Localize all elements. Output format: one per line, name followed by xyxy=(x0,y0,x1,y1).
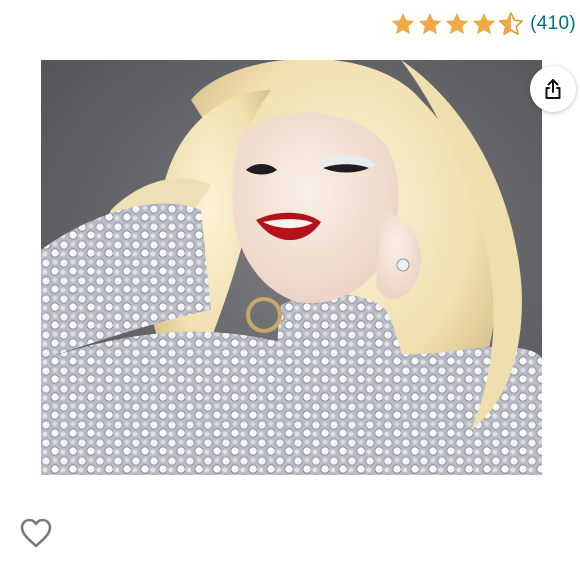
star-full-icon xyxy=(472,12,496,35)
star-full-icon xyxy=(391,12,415,35)
rating-count[interactable]: (410) xyxy=(530,13,576,35)
star-full-icon xyxy=(418,12,442,35)
share-button[interactable] xyxy=(530,66,576,112)
star-half-icon xyxy=(499,12,524,35)
wishlist-button[interactable] xyxy=(18,516,54,550)
product-detail-page: (410) xyxy=(0,0,580,580)
star-rating xyxy=(390,11,524,37)
star-full-icon xyxy=(445,12,469,35)
rating-summary[interactable]: (410) xyxy=(390,8,576,40)
product-photo xyxy=(41,60,542,475)
product-image[interactable] xyxy=(41,60,542,475)
heart-outline-icon xyxy=(20,518,52,548)
share-icon xyxy=(545,79,561,99)
